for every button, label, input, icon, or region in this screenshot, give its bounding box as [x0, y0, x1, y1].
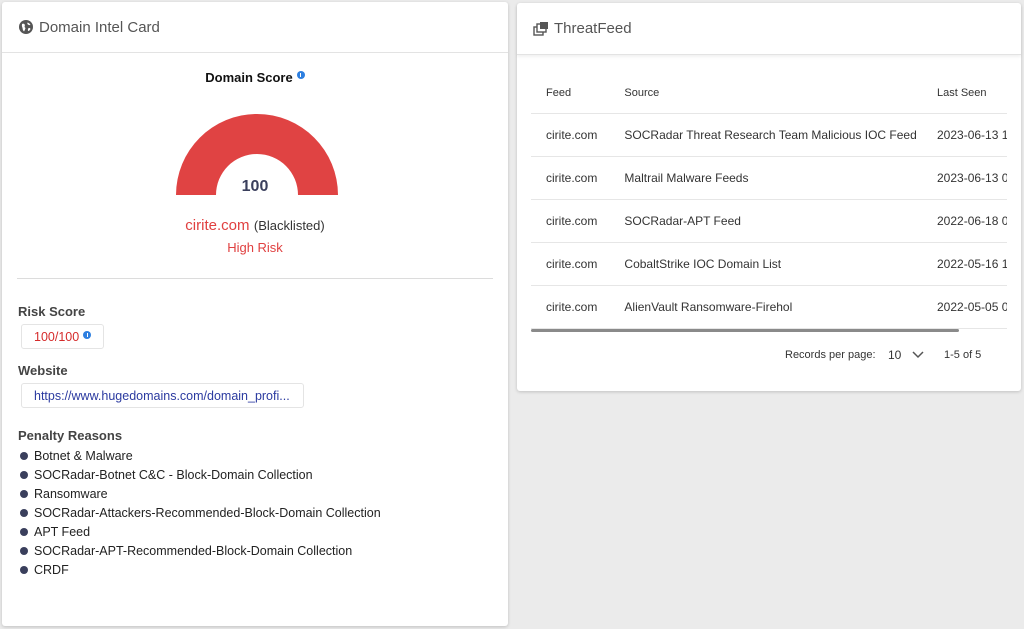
list-item: CRDF	[20, 560, 381, 579]
domain-intel-card: Domain Intel Card Domain Score 100 cirit…	[2, 2, 508, 626]
globe-icon	[18, 19, 34, 35]
source-cell: Maltrail Malware Feeds	[624, 156, 937, 200]
bullet-icon	[20, 508, 28, 517]
feed-cell: cirite.com	[531, 242, 625, 286]
intel-card-header: Domain Intel Card	[2, 2, 508, 53]
bullet-icon	[20, 470, 28, 479]
risk-score-chip: 100/100	[21, 324, 105, 349]
column-header-source[interactable]: Source	[624, 73, 937, 114]
domain-name: cirite.com	[185, 217, 250, 234]
last-seen-cell: 2022-06-18 0	[937, 199, 1007, 243]
records-per-page-label: Records per page:	[785, 349, 876, 361]
bullet-icon	[20, 527, 28, 536]
table-row[interactable]: cirite.com CobaltStrike IOC Domain List …	[531, 242, 1007, 286]
last-seen-cell: 2022-05-05 0	[937, 285, 1007, 329]
divider	[17, 278, 493, 279]
source-cell: SOCRadar-APT Feed	[624, 199, 937, 243]
feed-cell: cirite.com	[531, 156, 625, 200]
info-icon[interactable]	[83, 330, 92, 339]
list-item: SOCRadar-Botnet C&C - Block-Domain Colle…	[20, 465, 381, 484]
feed-cell: cirite.com	[531, 113, 625, 157]
threat-feed-card: ThreatFeed Feed Source Last Seen cirite.…	[517, 3, 1021, 391]
reason-text: Ransomware	[34, 486, 108, 501]
info-icon[interactable]	[296, 71, 305, 79]
table-row[interactable]: cirite.com Maltrail Malware Feeds 2023-0…	[531, 156, 1007, 200]
gauge-value: 100	[241, 178, 269, 195]
horizontal-scrollbar[interactable]	[531, 329, 959, 332]
website-link[interactable]: https://www.hugedomains.com/domain_profi…	[21, 383, 304, 408]
domain-line: cirite.com (Blacklisted)	[2, 217, 508, 235]
source-cell: CobaltStrike IOC Domain List	[624, 242, 937, 286]
reason-text: CRDF	[34, 562, 69, 577]
last-seen-cell: 2022-05-16 1	[937, 242, 1007, 286]
domain-score-title: Domain Score	[2, 70, 508, 85]
reason-text: SOCRadar-Attackers-Recommended-Block-Dom…	[34, 505, 381, 520]
last-seen-cell: 2023-06-13 0	[937, 156, 1007, 200]
list-item: SOCRadar-APT-Recommended-Block-Domain Co…	[20, 541, 381, 560]
source-cell: AlienVault Ransomware-Firehol	[624, 285, 937, 329]
risk-score-label: Risk Score	[18, 304, 86, 319]
pagination: Records per page: 10 1-5 of 5	[517, 347, 1021, 367]
column-header-feed[interactable]: Feed	[531, 73, 625, 114]
reason-text: SOCRadar-Botnet C&C - Block-Domain Colle…	[34, 467, 313, 482]
website-label: Website	[18, 363, 68, 378]
threat-feed-table: Feed Source Last Seen cirite.com SOCRada…	[531, 73, 1007, 329]
risk-level: High Risk	[227, 240, 283, 255]
feed-cell: cirite.com	[531, 285, 625, 329]
stack-icon	[533, 21, 549, 37]
domain-score-label: Domain Score	[205, 70, 293, 85]
intel-card-title: Domain Intel Card	[39, 18, 160, 36]
source-cell: SOCRadar Threat Research Team Malicious …	[624, 113, 937, 157]
chevron-down-icon[interactable]	[912, 350, 924, 362]
bullet-icon	[20, 546, 28, 555]
penalty-reasons-list: Botnet & Malware SOCRadar-Botnet C&C - B…	[20, 446, 381, 579]
threat-feed-title: ThreatFeed	[554, 20, 632, 37]
list-item: APT Feed	[20, 522, 381, 541]
last-seen-cell: 2023-06-13 1	[937, 113, 1007, 157]
column-header-last-seen[interactable]: Last Seen	[937, 73, 1007, 114]
bullet-icon	[20, 489, 28, 498]
feed-cell: cirite.com	[531, 199, 625, 243]
reason-text: Botnet & Malware	[34, 448, 133, 463]
table-header-row: Feed Source Last Seen	[531, 73, 1007, 114]
table-row[interactable]: cirite.com SOCRadar Threat Research Team…	[531, 113, 1007, 157]
list-item: Ransomware	[20, 484, 381, 503]
list-item: SOCRadar-Attackers-Recommended-Block-Dom…	[20, 503, 381, 522]
domain-status: (Blacklisted)	[253, 218, 325, 233]
reason-text: SOCRadar-APT-Recommended-Block-Domain Co…	[34, 543, 353, 558]
risk-score-value: 100/100	[34, 329, 80, 344]
page-range: 1-5 of 5	[944, 349, 982, 361]
table-row[interactable]: cirite.com AlienVault Ransomware-Firehol…	[531, 285, 1007, 329]
bullet-icon	[20, 565, 28, 574]
table-row[interactable]: cirite.com SOCRadar-APT Feed 2022-06-18 …	[531, 199, 1007, 243]
records-per-page-select[interactable]: 10	[888, 348, 901, 362]
threat-feed-header: ThreatFeed	[517, 3, 1021, 55]
bullet-icon	[20, 451, 28, 460]
penalty-reasons-label: Penalty Reasons	[18, 428, 123, 443]
reason-text: APT Feed	[34, 524, 91, 539]
list-item: Botnet & Malware	[20, 446, 381, 465]
